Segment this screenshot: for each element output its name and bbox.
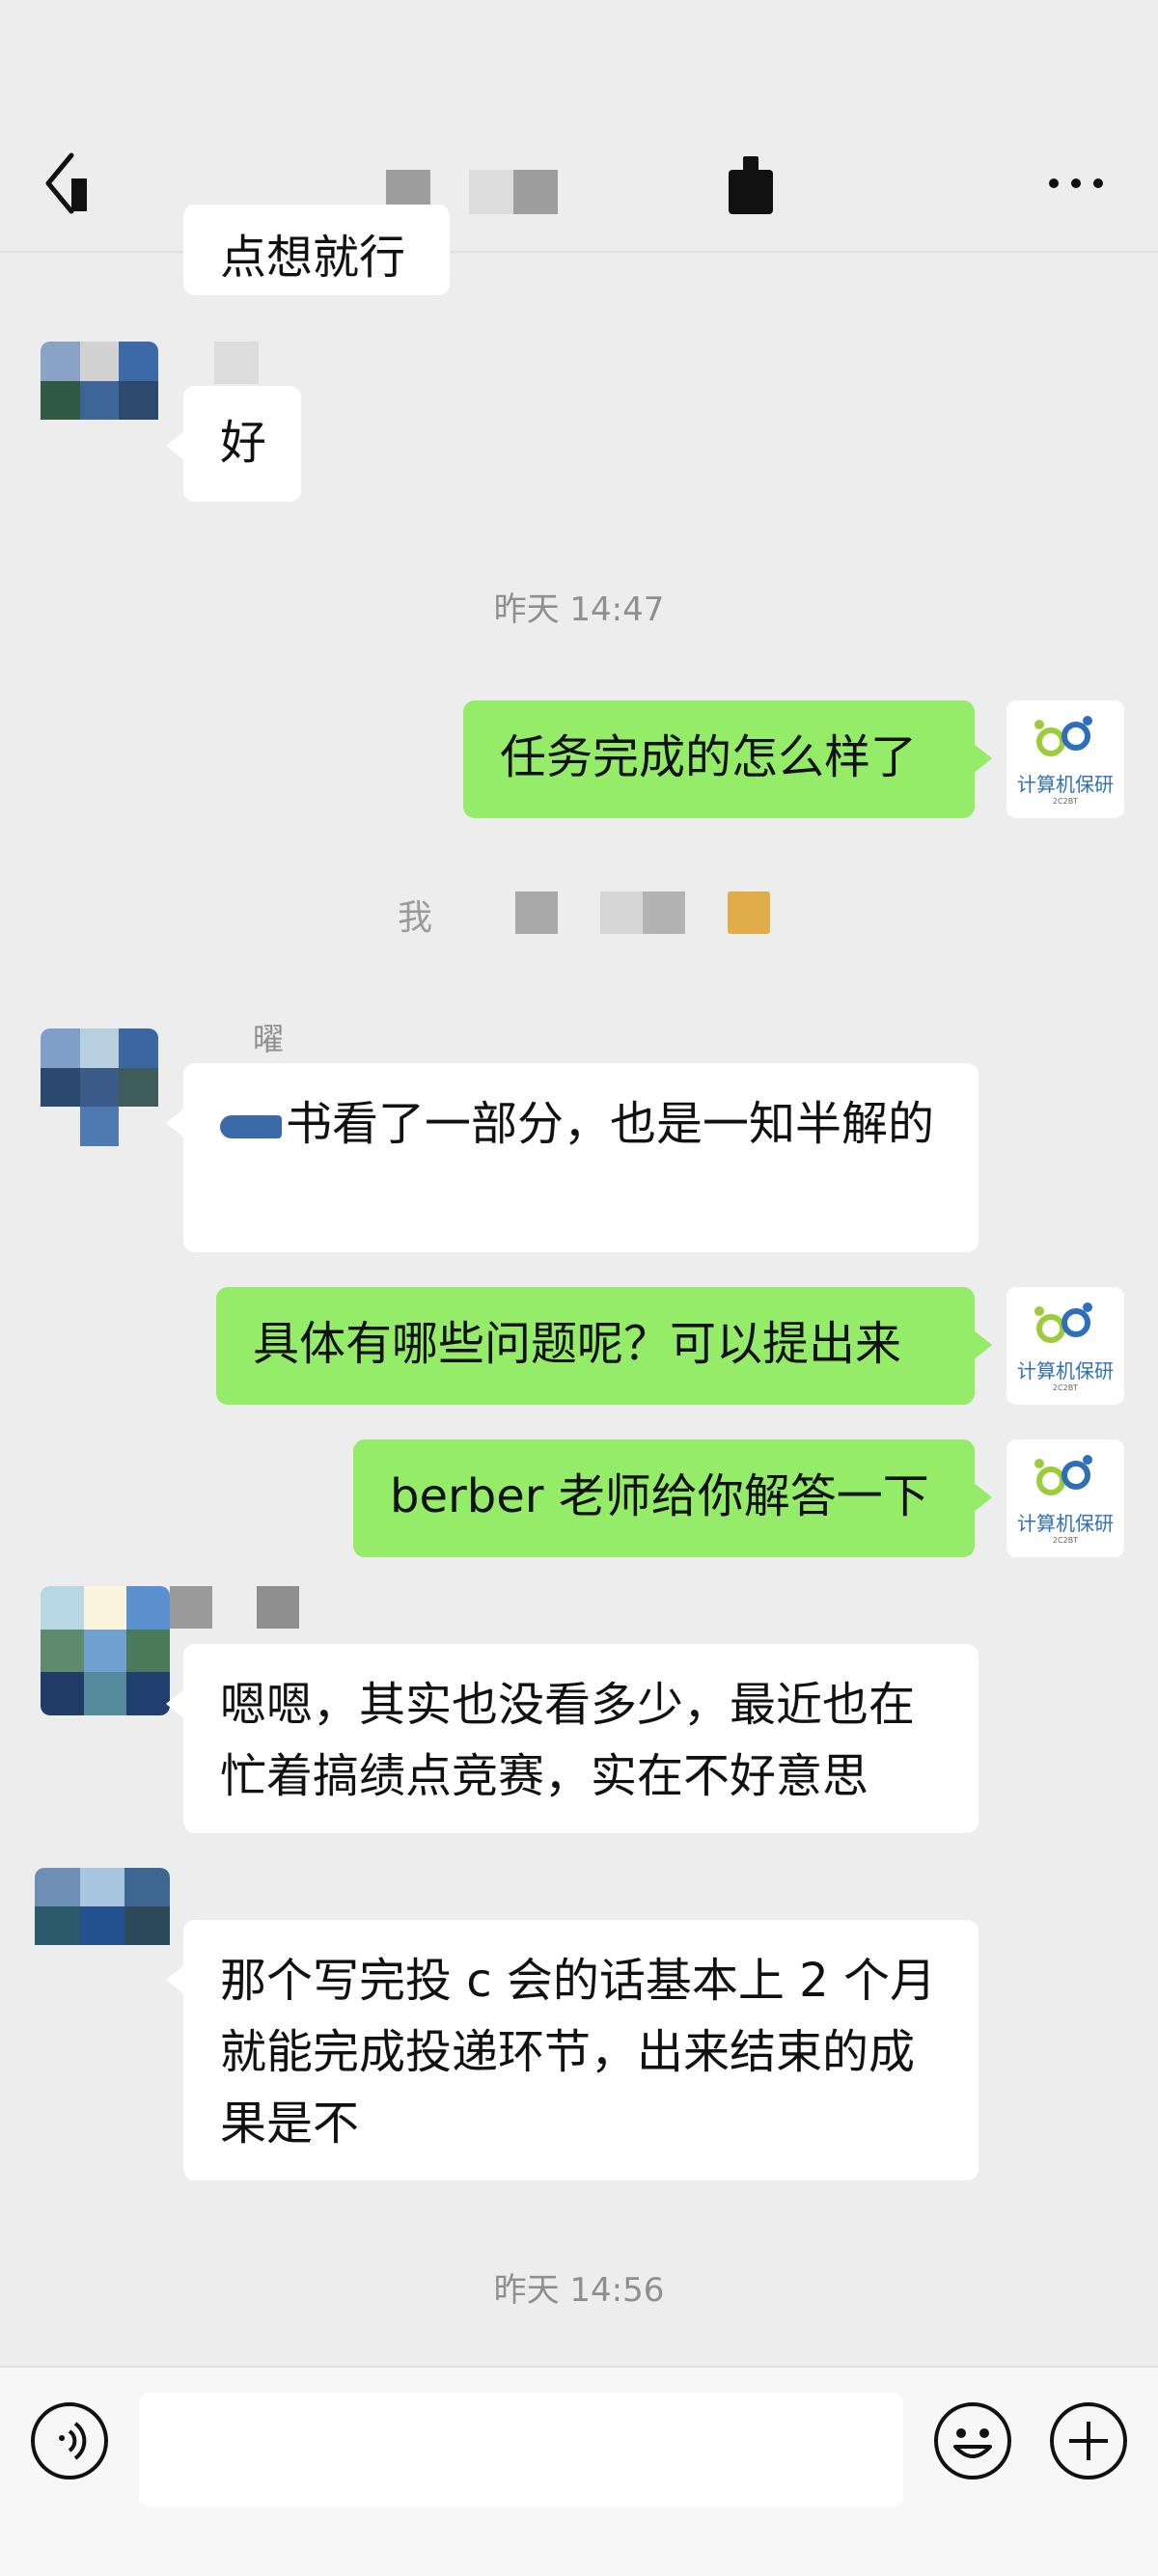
plus-icon: [1050, 2402, 1127, 2480]
self-avatar[interactable]: 计算机保研 2C2BT: [1006, 1439, 1124, 1557]
contact-avatar[interactable]: [41, 1586, 170, 1715]
back-button[interactable]: [42, 150, 100, 217]
message-bubble-partial[interactable]: 点想就行: [183, 205, 450, 295]
message-bubble-outgoing[interactable]: berber 老师给你解答一下: [353, 1439, 992, 1557]
redacted-sender-name: [257, 1586, 299, 1629]
message-bubble[interactable]: 嗯嗯，其实也没看多少，最近也在忙着搞绩点竞赛，实在不好意思: [166, 1644, 979, 1833]
chat-screen: 点想就行 好 昨天 14:47 任务完成的怎么样了 计算机保研 2C2BT 我 …: [0, 0, 1158, 2576]
emoji-icon: [934, 2402, 1011, 2480]
redacted-title-block: [469, 170, 513, 214]
contact-avatar[interactable]: [35, 1868, 170, 1984]
brand-logo-icon: [1034, 1302, 1092, 1343]
brand-sub: 2C2BT: [1052, 1384, 1079, 1392]
plus-button[interactable]: [1048, 2400, 1129, 2481]
redacted-block: [515, 891, 558, 934]
more-dots-icon: [1049, 178, 1103, 188]
system-notice-text: 我: [398, 898, 433, 938]
message-bubble[interactable]: 好: [166, 386, 301, 502]
timestamp: 昨天 14:47: [493, 590, 665, 629]
input-bar: [0, 2366, 1158, 2576]
message-text: 点想就行: [220, 231, 406, 285]
redacted-title-block: [513, 170, 558, 214]
message-text: 好: [220, 416, 267, 470]
timestamp: 昨天 14:56: [493, 2271, 665, 2310]
message-text: 任务完成的怎么样了: [500, 730, 918, 784]
message-text: 嗯嗯，其实也没看多少，最近也在忙着搞绩点竞赛，实在不好意思: [220, 1678, 916, 1803]
brand-label: 计算机保研: [1017, 1512, 1114, 1535]
brand-sub: 2C2BT: [1052, 1536, 1079, 1545]
message-bubble-outgoing[interactable]: 任务完成的怎么样了: [463, 700, 992, 818]
message-text: 那个写完投 c 会的话基本上 2 个月就能完成投递环节，出来结束的成果是不: [220, 1954, 936, 2151]
brand-label: 计算机保研: [1017, 1359, 1114, 1383]
system-notice: 我: [398, 888, 784, 938]
message-list[interactable]: 点想就行 好 昨天 14:47 任务完成的怎么样了 计算机保研 2C2BT 我 …: [0, 205, 1158, 2366]
message-bubble-outgoing[interactable]: 具体有哪些问题呢？可以提出来: [216, 1287, 992, 1405]
voice-button[interactable]: [29, 2400, 110, 2481]
contact-avatar[interactable]: [41, 342, 158, 459]
redacted-block: [643, 891, 685, 934]
message-input[interactable]: [139, 2393, 903, 2507]
redacted-sender-name: [214, 342, 259, 384]
brand-logo-icon: [1034, 716, 1092, 756]
redacted-block: [728, 891, 770, 934]
brand-logo-icon: [1034, 1455, 1092, 1495]
chevron-left-icon: [45, 152, 87, 214]
more-button[interactable]: [1042, 154, 1110, 212]
contact-avatar[interactable]: [41, 1028, 158, 1146]
emoji-button[interactable]: [932, 2400, 1013, 2481]
brand-sub: 2C2BT: [1052, 797, 1079, 806]
message-bubble[interactable]: 书看了一部分，也是一知半解的: [166, 1063, 979, 1252]
sender-name: 曜: [253, 1021, 285, 1057]
brand-label: 计算机保研: [1017, 773, 1114, 796]
message-text: 具体有哪些问题呢？可以提出来: [253, 1317, 902, 1371]
voice-icon: [31, 2402, 108, 2480]
redacted-sender-name: [170, 1586, 212, 1629]
message-text: berber 老师给你解答一下: [390, 1469, 929, 1523]
self-avatar[interactable]: 计算机保研 2C2BT: [1006, 1287, 1124, 1405]
chat-header: [0, 0, 1158, 253]
redacted-title-block: [743, 156, 758, 176]
message-bubble[interactable]: 那个写完投 c 会的话基本上 2 个月就能完成投递环节，出来结束的成果是不: [166, 1920, 979, 2180]
fish-emoji-icon: [220, 1115, 282, 1138]
redacted-block: [600, 891, 643, 934]
message-text: 书看了一部分，也是一知半解的: [286, 1097, 935, 1151]
self-avatar[interactable]: 计算机保研 2C2BT: [1006, 700, 1124, 818]
redacted-title-block: [729, 170, 773, 214]
